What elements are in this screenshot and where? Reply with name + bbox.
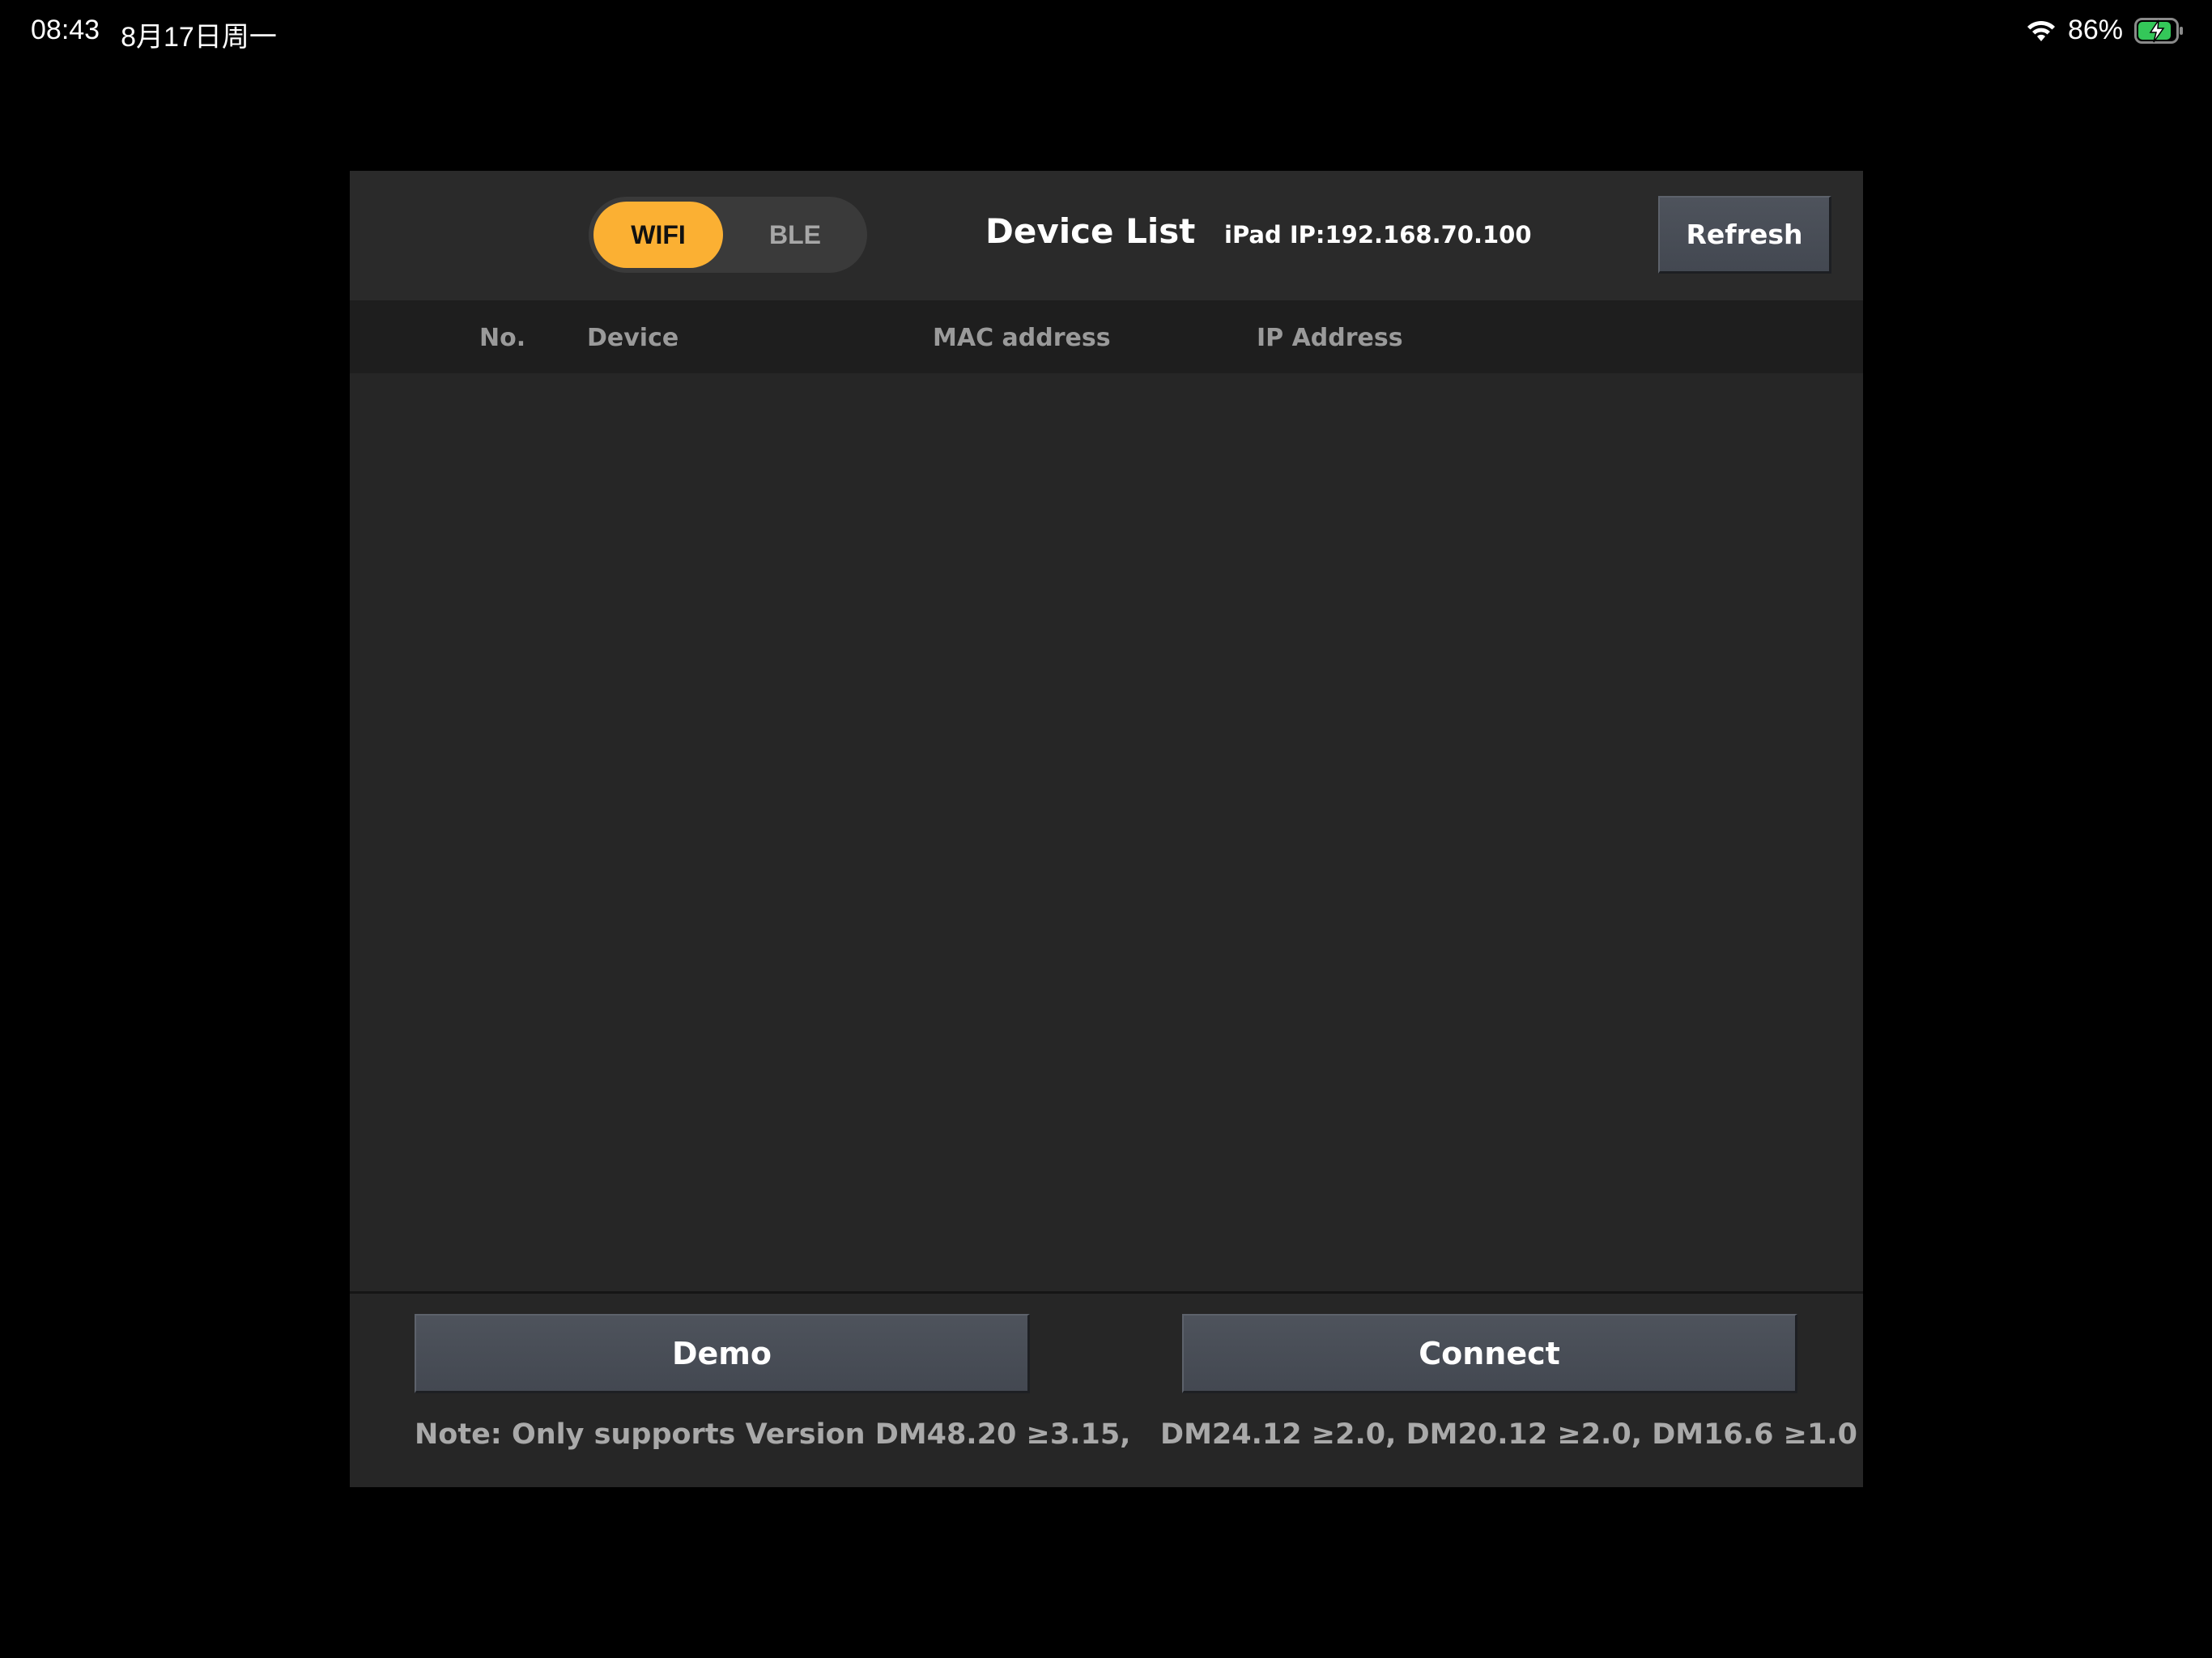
wifi-icon [2026,19,2057,43]
status-right: 86% [2026,15,2184,46]
battery-percent: 86% [2067,15,2123,45]
column-header-ip: IP Address [1257,324,1403,352]
segment-ble[interactable]: BLE [728,202,862,268]
table-header: No. Device MAC address IP Address [350,300,1863,373]
device-list-panel: WIFI BLE Device List iPad IP:192.168.70.… [350,171,1863,1487]
status-time: 08:43 [31,15,100,45]
battery-charging-icon [2134,17,2184,45]
status-date: 8月17日周一 [121,22,277,53]
refresh-button[interactable]: Refresh [1658,196,1831,274]
demo-button[interactable]: Demo [415,1314,1030,1393]
screen: 08:43 8月17日周一 86% WIFI BLE Device List i… [0,0,2212,1658]
version-note: Note: Only supports Version DM48.20 ≥3.1… [415,1418,1857,1451]
connect-button[interactable]: Connect [1182,1314,1797,1393]
column-header-mac: MAC address [933,324,1111,352]
column-header-no: No. [479,324,526,352]
segment-wifi[interactable]: WIFI [593,202,723,268]
column-header-device: Device [587,324,679,352]
status-left: 08:43 8月17日周一 [31,15,277,54]
status-bar: 08:43 8月17日周一 86% [0,0,2212,65]
ipad-ip-label: iPad IP:192.168.70.100 [1224,221,1532,249]
connection-type-segmented-control: WIFI BLE [589,197,867,273]
panel-header: WIFI BLE Device List iPad IP:192.168.70.… [350,171,1863,300]
page-title: Device List [985,211,1196,251]
